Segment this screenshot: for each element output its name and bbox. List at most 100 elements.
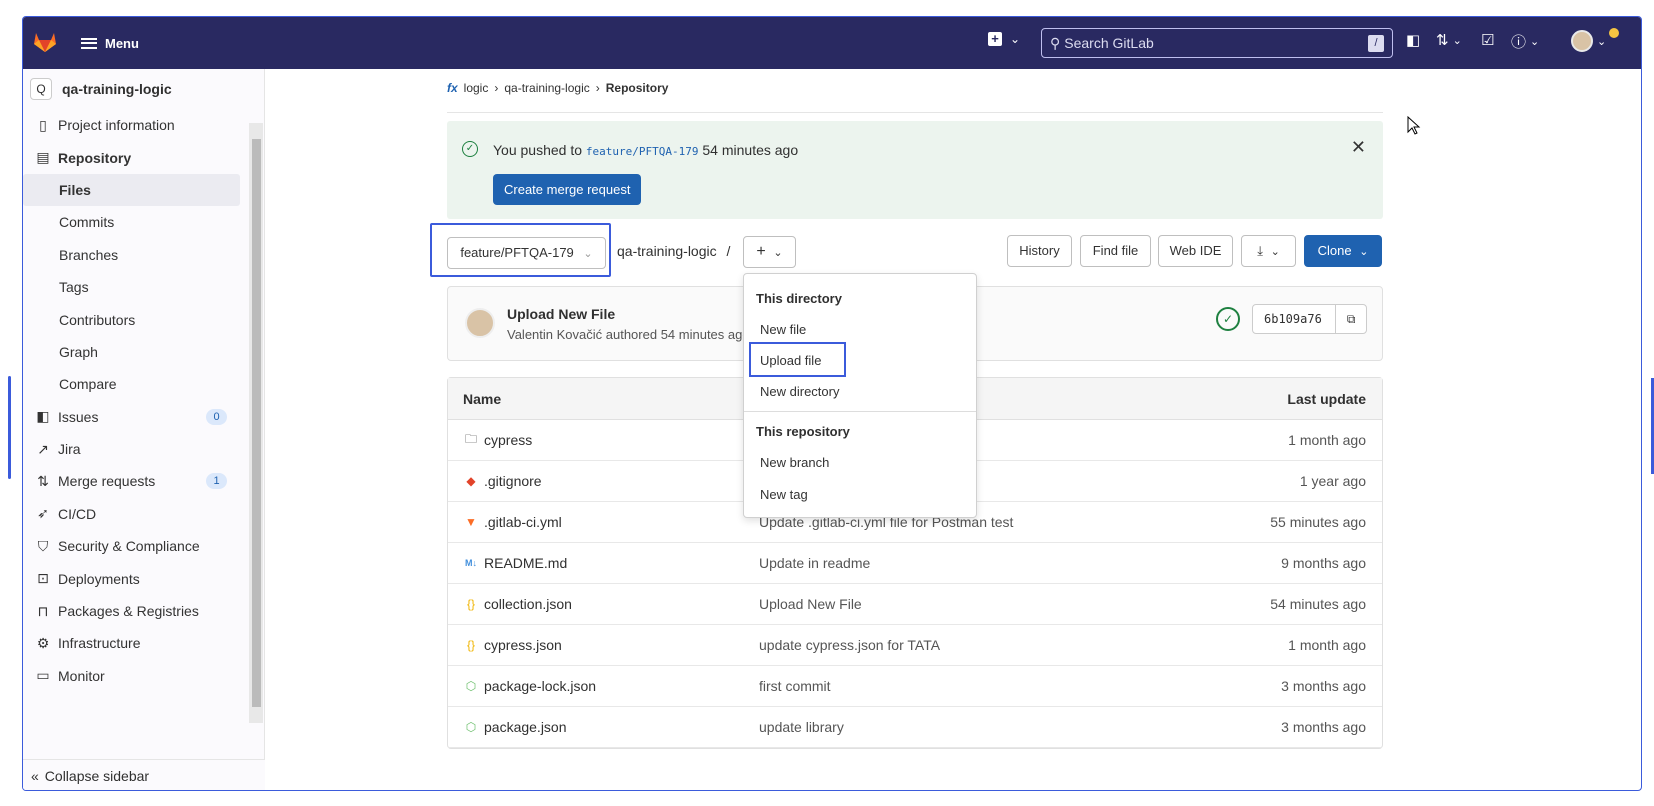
merge-requests-top-icon[interactable]: ⇅ ⌄ [1436, 31, 1462, 49]
sidebar-item-project-information[interactable]: ▯ Project information [23, 109, 264, 141]
last-update: 1 month ago [1288, 637, 1366, 653]
create-merge-request-button[interactable]: Create merge request [493, 174, 642, 205]
pipeline-passed-icon[interactable]: ✓ [1216, 307, 1240, 331]
file-name[interactable]: .gitignore [484, 473, 542, 489]
sidebar-item-label: Compare [59, 376, 117, 393]
commit-message[interactable]: Update in readme [759, 555, 1122, 571]
file-name[interactable]: package.json [484, 719, 567, 735]
sidebar-item-infrastructure[interactable]: ⚙ Infrastructure [23, 627, 264, 659]
info-icon: ▯ [39, 116, 47, 133]
repo-path-label[interactable]: qa-training-logic [617, 243, 717, 259]
sidebar-item-ci-cd[interactable]: ➶ CI/CD [23, 498, 264, 530]
file-name[interactable]: .gitlab-ci.yml [484, 514, 562, 530]
sidebar-item-label: Merge requests [58, 473, 156, 490]
add-to-tree-button[interactable]: + ⌄ [743, 236, 796, 268]
file-name[interactable]: collection.json [484, 596, 572, 612]
file-name[interactable]: package-lock.json [484, 678, 596, 694]
sidebar-item-label: Jira [58, 441, 81, 458]
table-row[interactable]: {} collection.json Upload New File 54 min… [448, 584, 1382, 625]
shield-icon: ⛉ [37, 537, 49, 554]
file-name[interactable]: cypress [484, 432, 532, 448]
clone-label: Clone [1317, 243, 1352, 258]
dropdown-divider [744, 411, 976, 412]
sidebar-item-label: Issues [58, 408, 99, 425]
chevron-down-icon: ⌄ [1270, 246, 1280, 258]
sidebar-item-tags[interactable]: Tags [23, 271, 264, 303]
new-branch-item[interactable]: New branch [760, 455, 829, 470]
close-icon[interactable]: ✕ [1351, 137, 1366, 158]
table-row[interactable]: M↓ README.md Update in readme 9 months ag… [448, 543, 1382, 584]
sidebar-item-label: Contributors [59, 311, 136, 328]
table-row[interactable]: {} cypress.json update cypress.json for T… [448, 625, 1382, 666]
project-avatar: Q [30, 78, 52, 100]
commit-sha[interactable]: 6b109a76 [1253, 305, 1337, 333]
external-link-icon: ↗ [37, 440, 49, 457]
user-menu[interactable]: ⌄ [1571, 30, 1606, 52]
sidebar-item-branches[interactable]: Branches [23, 239, 264, 271]
chevron-down-icon: ⌄ [773, 247, 783, 259]
file-name[interactable]: README.md [484, 555, 567, 571]
breadcrumb-current[interactable]: Repository [606, 81, 669, 95]
alert-suffix: 54 minutes ago [702, 142, 799, 158]
sidebar-scrollbar-thumb[interactable] [252, 139, 261, 707]
find-file-button[interactable]: Find file [1080, 235, 1151, 267]
history-button[interactable]: History [1007, 235, 1072, 267]
menu-button[interactable]: Menu [81, 31, 139, 55]
col-name-header: Name [463, 390, 502, 407]
gitlab-logo-icon[interactable] [33, 31, 57, 53]
breadcrumb-separator-icon: › [494, 81, 499, 95]
sidebar-item-monitor[interactable]: ▭ Monitor [23, 660, 264, 692]
sidebar-item-graph[interactable]: Graph [23, 336, 264, 368]
repo-path: qa-training-logic / [617, 243, 730, 259]
todo-icon[interactable]: ☑ [1481, 31, 1494, 49]
collapse-sidebar-button[interactable]: « Collapse sidebar [23, 759, 265, 790]
avatar[interactable] [465, 308, 495, 338]
sidebar-item-merge-requests[interactable]: ⇅ Merge requests 1 [23, 465, 264, 497]
new-file-item[interactable]: New file [760, 322, 806, 337]
branch-selector[interactable]: feature/PFTQA-179 ⌄ [447, 237, 606, 269]
sidebar-item-label: Project information [58, 117, 175, 134]
plus-square-icon: + [988, 32, 1002, 46]
issues-top-icon[interactable]: ◧ [1406, 31, 1420, 49]
hamburger-icon [81, 37, 97, 49]
web-ide-button[interactable]: Web IDE [1158, 235, 1233, 267]
sidebar-item-repository[interactable]: ▤ Repository [23, 141, 264, 173]
add-to-tree-dropdown: This directory New file Upload file New … [743, 273, 977, 518]
breadcrumb-project[interactable]: qa-training-logic [504, 81, 589, 95]
file-name[interactable]: cypress.json [484, 637, 562, 653]
last-update: 1 year ago [1299, 473, 1366, 489]
breadcrumb-group[interactable]: logic [464, 81, 489, 95]
commit-title[interactable]: Upload New File [507, 306, 615, 322]
sidebar-item-contributors[interactable]: Contributors [23, 303, 264, 335]
sidebar-item-label: Graph [59, 343, 98, 360]
clone-button[interactable]: Clone ⌄ [1304, 235, 1382, 267]
help-icon[interactable]: ⓘ ⌄ [1511, 31, 1539, 52]
sidebar-project[interactable]: Q qa-training-logic [23, 69, 264, 109]
copy-icon[interactable]: ⧉ [1336, 305, 1366, 333]
sidebar-item-commits[interactable]: Commits [23, 206, 264, 238]
sidebar-item-deployments[interactable]: ⊡ Deployments [23, 562, 264, 594]
table-row[interactable]: ⬡ package-lock.json first commit 3 months… [448, 666, 1382, 707]
download-button[interactable]: ⤓ ⌄ [1241, 235, 1296, 267]
push-alert-message: You pushed to feature/PFTQA-179 54 minut… [493, 142, 798, 158]
new-tag-item[interactable]: New tag [760, 487, 808, 502]
sidebar-item-security[interactable]: ⛉ Security & Compliance [23, 530, 264, 562]
sidebar-item-jira[interactable]: ↗ Jira [23, 433, 264, 465]
commit-message[interactable]: update library [759, 719, 1122, 735]
sidebar-item-packages[interactable]: ⊓ Packages & Registries [23, 595, 264, 627]
sidebar-item-label: Monitor [58, 667, 105, 684]
new-directory-item[interactable]: New directory [760, 384, 839, 399]
last-update: 55 minutes ago [1270, 514, 1366, 530]
commit-message[interactable]: Upload New File [759, 596, 1122, 612]
sidebar-item-issues[interactable]: ◧ Issues 0 [23, 401, 264, 433]
chevron-down-icon: ⌄ [1359, 246, 1369, 258]
sidebar-item-files[interactable]: Files [23, 173, 240, 207]
rocket-icon: ➶ [37, 505, 49, 522]
commit-message[interactable]: update cypress.json for TATA [759, 637, 1122, 653]
table-row[interactable]: ⬡ package.json update library 3 months ag… [448, 707, 1382, 748]
sidebar-item-label: Deployments [58, 570, 140, 587]
commit-message[interactable]: first commit [759, 678, 1122, 694]
new-menu-button[interactable]: + ⌄ [988, 32, 1020, 46]
sidebar-item-compare[interactable]: Compare [23, 368, 264, 400]
search-input[interactable]: ⚲ Search GitLab / [1041, 28, 1393, 58]
